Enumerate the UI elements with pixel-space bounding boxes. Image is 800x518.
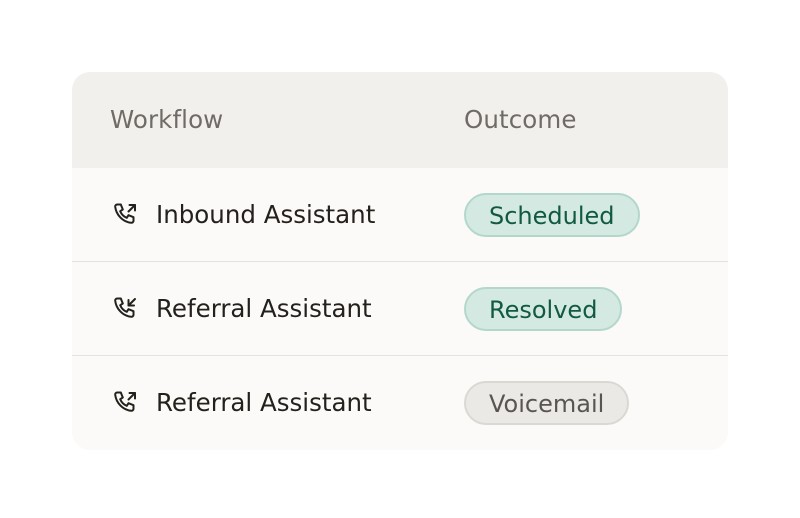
workflow-name: Referral Assistant [156,388,372,417]
workflow-name: Referral Assistant [156,294,372,323]
workflow-name: Inbound Assistant [156,200,376,229]
calls-table: Workflow Outcome Inbound Assistant Sched… [72,72,728,450]
workflow-cell: Referral Assistant [110,262,372,355]
outcome-cell: Voicemail [464,356,630,449]
outcome-cell: Resolved [464,262,623,355]
table-row[interactable]: Referral Assistant Voicemail [72,355,728,449]
column-header-outcome[interactable]: Outcome [464,72,577,168]
phone-incoming-icon [114,296,136,318]
status-badge: Resolved [464,286,623,331]
table-row[interactable]: Referral Assistant Resolved [72,261,728,355]
phone-outgoing-icon [114,202,136,224]
table-row[interactable]: Inbound Assistant Scheduled [72,168,728,261]
table-header: Workflow Outcome [72,72,728,168]
status-badge: Voicemail [464,380,630,425]
workflow-cell: Inbound Assistant [110,168,375,261]
outcome-cell: Scheduled [464,168,640,261]
phone-outgoing-icon [114,390,136,412]
workflow-cell: Referral Assistant [110,356,372,449]
column-header-workflow[interactable]: Workflow [110,72,223,168]
status-badge: Scheduled [464,192,640,237]
